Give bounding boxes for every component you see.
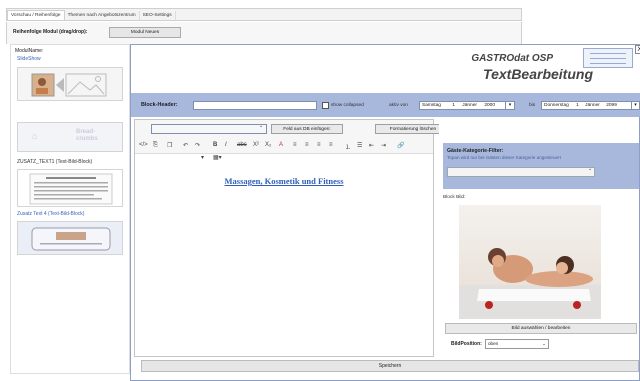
massage-photo-icon: [459, 205, 601, 319]
module-list-panel: ModulName: SlideShow ⌂ Bread-crumbs ZUSA…: [10, 44, 130, 374]
logo-panel: [583, 48, 633, 68]
image-position-value: oben: [488, 341, 499, 346]
align-justify-icon[interactable]: ≡: [329, 142, 333, 148]
top-right-area: [522, 0, 640, 44]
link-icon[interactable]: 🔗: [397, 142, 404, 149]
table-icon[interactable]: ▦▾: [213, 154, 222, 161]
aktiv-von-label: aktiv von: [389, 103, 408, 108]
breadcrumbs-label: Bread-crumbs: [76, 129, 98, 142]
subscript-icon[interactable]: X₂: [265, 142, 271, 148]
image-block-icon: [31, 227, 111, 251]
to-date-dropdown-icon[interactable]: ▾: [631, 101, 640, 110]
module-name-label: ModulName:: [15, 48, 44, 54]
to-day: 1: [576, 103, 579, 108]
outdent-icon[interactable]: ⇤: [369, 142, 374, 149]
more-icon[interactable]: ▾: [201, 154, 204, 161]
redo-icon[interactable]: ↷: [195, 142, 200, 149]
undo-icon[interactable]: ↶: [183, 142, 188, 149]
block-header-label: Block-Header:: [141, 102, 178, 108]
show-collapsed-checkbox[interactable]: [322, 102, 329, 109]
settings-panel: Gäste-Kategorie-Filter: Topan wird nur b…: [439, 119, 639, 357]
italic-icon[interactable]: I: [225, 142, 227, 148]
bold-icon[interactable]: B: [213, 142, 217, 148]
tab-bar: Vorschau / Reihenfolge Themen nach Angeb…: [6, 8, 522, 21]
from-weekday: Samstag: [422, 103, 441, 108]
paste-icon[interactable]: ⎘: [153, 142, 158, 149]
brand-name: GASTROdat OSP: [471, 53, 553, 64]
to-month: Jänner: [585, 103, 600, 108]
tab-vorschau[interactable]: Vorschau / Reihenfolge: [7, 10, 65, 20]
align-center-icon[interactable]: ≡: [305, 142, 309, 148]
zusatz-text1-thumbnail[interactable]: [17, 169, 123, 207]
breadcrumbs-thumbnail[interactable]: ⌂ Bread-crumbs: [17, 122, 123, 152]
superscript-icon[interactable]: X²: [253, 142, 259, 148]
to-year: 2099: [606, 103, 617, 108]
guest-category-select[interactable]: [447, 167, 595, 177]
chevron-down-icon: ⌄: [259, 124, 264, 129]
block-header-input[interactable]: [193, 101, 317, 110]
numbered-list-icon[interactable]: ⒈: [345, 142, 351, 151]
zusatz-text4-label: Zusatz Text 4 (Text-Bild-Block): [17, 211, 85, 217]
reihenfolge-toolbar: Reihenfolge Modul (drag/drop): Modul Neu…: [6, 22, 522, 44]
source-icon[interactable]: </>: [139, 142, 148, 148]
zusatz-text4-thumbnail[interactable]: [17, 221, 123, 255]
save-button[interactable]: Speichern: [141, 360, 639, 372]
align-right-icon[interactable]: ≡: [317, 142, 321, 148]
to-date-picker[interactable]: Donnerstag 1 Jänner 2099: [541, 101, 633, 110]
tab-themen[interactable]: Themen nach Angebotszentrum: [65, 11, 140, 20]
image-position-select[interactable]: oben ⌄: [485, 339, 549, 349]
close-button[interactable]: X: [635, 45, 640, 54]
align-left-icon[interactable]: ≡: [293, 142, 297, 148]
db-field-select[interactable]: [151, 124, 267, 134]
bullet-list-icon[interactable]: ☰: [357, 142, 362, 149]
indent-icon[interactable]: ⇥: [381, 142, 386, 149]
filter-title: Gäste-Kategorie-Filter:: [447, 148, 504, 154]
bis-label: bis: [529, 103, 536, 108]
block-image[interactable]: [459, 205, 601, 319]
slideshow-label: SlideShow: [17, 56, 41, 62]
chevron-down-icon: ⌄: [588, 167, 593, 172]
home-icon: ⌂: [32, 131, 38, 141]
dialog-title: TextBearbeitung: [483, 66, 593, 82]
reihenfolge-label: Reihenfolge Modul (drag/drop):: [13, 29, 88, 35]
text-edit-dialog: GASTROdat OSP TextBearbeitung X Block-He…: [130, 44, 640, 381]
to-weekday: Donnerstag: [544, 103, 569, 108]
text-color-icon[interactable]: A: [279, 142, 283, 148]
tab-seo[interactable]: SEO-Settings: [140, 11, 176, 20]
rich-text-editor: ⌄ Feld aus DB einfügen: Formatierung lös…: [134, 119, 451, 357]
guest-category-filter: Gäste-Kategorie-Filter: Topan wird nur b…: [443, 143, 639, 189]
editor-content[interactable]: Massagen, Kosmetik und Fitness: [135, 176, 433, 186]
select-image-button[interactable]: Bild auswählen / bearbeiten: [445, 323, 637, 334]
block-bild-label: Block Bild:: [443, 195, 466, 200]
block-header-bar: Block-Header: show collapsed aktiv von S…: [131, 93, 640, 117]
image-position-label: BildPosition:: [451, 341, 482, 347]
slideshow-image-icon: [31, 73, 107, 97]
text-block-icon: [29, 173, 113, 205]
slideshow-thumbnail[interactable]: [17, 67, 123, 101]
filter-description: Topan wird nur bei Gästen dieser Kategor…: [447, 155, 561, 160]
editor-toolbar: ⌄ Feld aus DB einfügen: Formatierung lös…: [135, 120, 451, 161]
from-year: 2000: [484, 103, 495, 108]
new-module-button[interactable]: Modul Neues: [109, 27, 181, 38]
from-month: Jänner: [462, 103, 477, 108]
chevron-down-icon: ⌄: [542, 341, 546, 346]
zusatz-text1-label: ZUSATZ_TEXT1 (Text-Bild-Block): [17, 159, 93, 165]
insert-field-button[interactable]: Feld aus DB einfügen:: [271, 124, 343, 134]
show-collapsed-label: show collapsed: [331, 103, 364, 108]
app-window: Vorschau / Reihenfolge Themen nach Angeb…: [0, 0, 640, 381]
dialog-header: GASTROdat OSP TextBearbeitung X: [131, 45, 640, 93]
strikethrough-icon[interactable]: abc: [237, 142, 247, 148]
from-date-picker[interactable]: Samstag 1 Jänner 2000: [419, 101, 515, 110]
from-date-dropdown-icon[interactable]: ▾: [505, 101, 515, 110]
from-day: 1: [452, 103, 455, 108]
copy-icon[interactable]: ❐: [167, 142, 172, 149]
